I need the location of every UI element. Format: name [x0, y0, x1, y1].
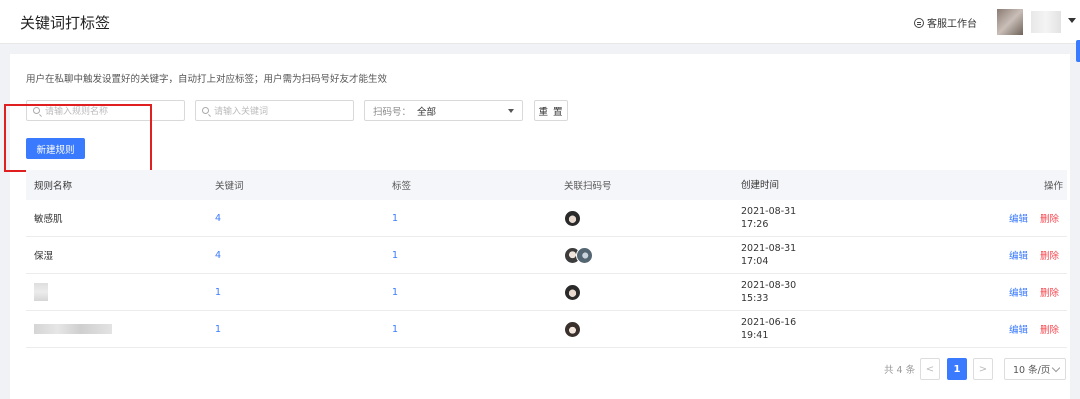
avatar	[576, 246, 593, 264]
chevron-down-icon	[1051, 363, 1061, 373]
created-time: 2021-06-16 19:41	[741, 311, 796, 347]
tag-count-link[interactable]: 1	[392, 200, 398, 236]
keyword-placeholder: 请输入关键词	[214, 107, 269, 117]
created-time: 2021-08-31 17:26	[741, 200, 796, 236]
rule-name: 敏感肌	[34, 214, 63, 225]
column-header-rule-name: 规则名称	[34, 181, 73, 192]
row-actions: 编辑 删除	[1009, 274, 1059, 310]
table-row: 1 1 2021-06-16 19:41 编辑 删除	[26, 311, 1067, 348]
rule-name: 保湿	[34, 251, 54, 262]
page-size-select[interactable]: 10 条/页	[1004, 358, 1066, 380]
keyword-count-link[interactable]: 4	[215, 237, 221, 273]
row-actions: 编辑 删除	[1009, 237, 1059, 273]
qr-select-label: 扫码号：	[373, 106, 412, 118]
avatar	[564, 283, 581, 301]
pagination-total: 共 4 条	[884, 365, 916, 376]
edit-link[interactable]: 编辑	[1009, 322, 1028, 336]
tag-count-link[interactable]: 1	[392, 237, 398, 273]
delete-link[interactable]: 删除	[1040, 285, 1059, 299]
page-description: 用户在私聊中触发设置好的关键字，自动打上对应标签；用户需为扫码号好友才能生效	[26, 74, 388, 85]
delete-link[interactable]: 删除	[1040, 248, 1059, 262]
redacted-text	[34, 283, 48, 301]
row-actions: 编辑 删除	[1009, 200, 1059, 236]
side-edge-tab[interactable]	[1076, 40, 1080, 62]
edit-link[interactable]: 编辑	[1009, 211, 1028, 225]
created-date: 2021-08-30	[741, 280, 797, 291]
table-header: 规则名称 关键词 标签 关联扫码号 创建时间 操作	[26, 170, 1067, 200]
edit-link[interactable]: 编辑	[1009, 248, 1028, 262]
column-header-created-time: 创建时间	[741, 179, 780, 191]
next-page-button[interactable]: >	[973, 358, 993, 380]
tag-count-link[interactable]: 1	[392, 274, 398, 310]
created-time: 2021-08-31 17:04	[741, 237, 796, 273]
reset-button[interactable]: 重 置	[534, 100, 568, 121]
row-actions: 编辑 删除	[1009, 311, 1059, 347]
prev-page-button[interactable]: <	[920, 358, 940, 380]
keyword-count-link[interactable]: 1	[215, 311, 221, 347]
created-time: 2021-08-30 15:33	[741, 274, 796, 310]
rules-table: 规则名称 关键词 标签 关联扫码号 创建时间 操作 敏感肌 4 1 2021-0…	[26, 170, 1067, 348]
created-clock: 19:41	[741, 330, 769, 341]
edit-link[interactable]: 编辑	[1009, 285, 1028, 299]
cs-workbench-link[interactable]: 客服工作台	[914, 15, 977, 30]
cs-workbench-label: 客服工作台	[927, 19, 977, 30]
rule-name-blurred	[34, 274, 48, 310]
qr-account-select[interactable]: 扫码号： 全部	[364, 100, 523, 121]
qr-select-value: 全部	[417, 106, 437, 118]
keyword-count-link[interactable]: 1	[215, 274, 221, 310]
keyword-count-link[interactable]: 4	[215, 200, 221, 236]
top-bar: 关键词打标签 客服工作台	[0, 0, 1080, 44]
main-card: 用户在私聊中触发设置好的关键字，自动打上对应标签；用户需为扫码号好友才能生效 请…	[4, 54, 1070, 399]
created-date: 2021-08-31	[741, 206, 797, 217]
caret-down-icon[interactable]	[1068, 18, 1076, 23]
search-icon	[202, 107, 209, 114]
delete-link[interactable]: 删除	[1040, 322, 1059, 336]
chat-icon	[914, 17, 924, 28]
qr-account-avatars	[564, 274, 581, 310]
tag-count-link[interactable]: 1	[392, 311, 398, 347]
avatar	[564, 209, 581, 227]
redacted-text	[34, 324, 112, 334]
created-date: 2021-06-16	[741, 317, 797, 328]
created-clock: 15:33	[741, 293, 769, 304]
annotation-highlight-box	[4, 104, 152, 172]
column-header-qr-accounts: 关联扫码号	[564, 181, 612, 192]
table-row: 1 1 2021-08-30 15:33 编辑 删除	[26, 274, 1067, 311]
column-header-actions: 操作	[1043, 181, 1063, 192]
avatar	[564, 320, 581, 338]
column-header-tags: 标签	[392, 181, 412, 192]
page-number-button[interactable]: 1	[947, 358, 967, 380]
column-header-keywords: 关键词	[215, 181, 244, 192]
caret-down-icon	[508, 109, 514, 113]
delete-link[interactable]: 删除	[1040, 211, 1059, 225]
page-title: 关键词打标签	[20, 14, 111, 32]
created-clock: 17:04	[741, 256, 769, 267]
qr-account-avatars	[564, 311, 581, 347]
user-name-blurred[interactable]	[1031, 11, 1061, 33]
qr-account-avatars	[564, 237, 593, 273]
keyword-search-input[interactable]: 请输入关键词	[195, 100, 354, 121]
page-size-value: 10 条/页	[1013, 365, 1051, 376]
created-clock: 17:26	[741, 219, 769, 230]
table-row: 敏感肌 4 1 2021-08-31 17:26 编辑 删除	[26, 200, 1067, 237]
table-row: 保湿 4 1 2021-08-31 17:04 编辑 删除	[26, 237, 1067, 274]
qr-account-avatars	[564, 200, 581, 236]
user-avatar[interactable]	[997, 9, 1023, 35]
rule-name-blurred	[34, 311, 112, 347]
created-date: 2021-08-31	[741, 243, 797, 254]
